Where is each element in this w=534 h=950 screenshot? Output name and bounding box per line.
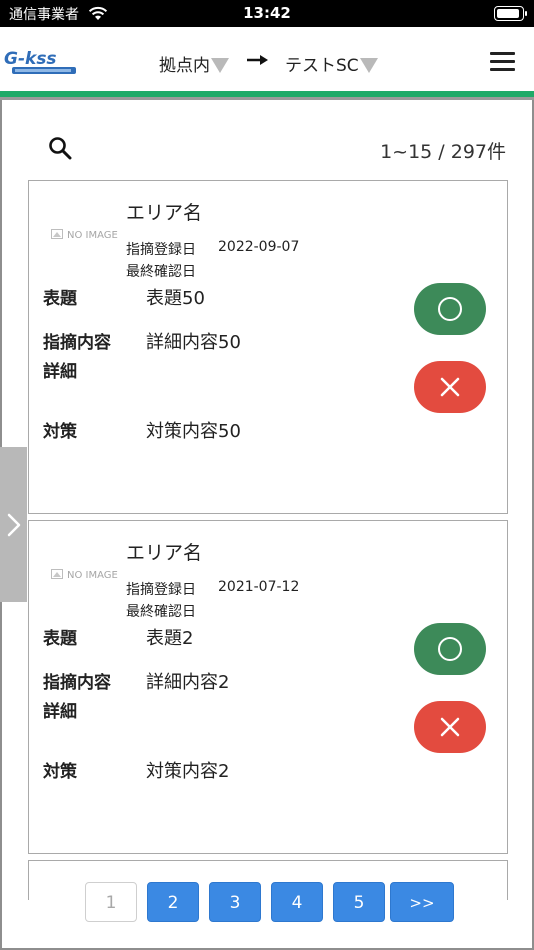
title-label: 表題 [43,289,77,309]
registered-date-label: 指摘登録日 [126,242,196,258]
last-check-date-label: 最終確認日 [126,604,196,620]
image-icon [51,569,63,579]
content-value: 詳細内容2 [146,672,230,693]
cross-icon [440,377,460,397]
title-label: 表題 [43,629,77,649]
content-label: 指摘内容 [43,673,111,693]
chevron-right-icon [7,513,21,537]
detail-label: 詳細 [43,362,77,382]
page-button-3[interactable]: 3 [209,882,261,922]
registered-date-value: 2021-07-12 [218,579,300,595]
page-button-1[interactable]: 1 [85,882,137,922]
cross-icon [440,717,460,737]
issue-card[interactable]: NO IMAGE エリア名 指摘登録日 2022-09-07 最終確認日 表題 … [28,180,508,514]
content-value: 詳細内容50 [146,332,241,353]
dropdown-triangle-icon [211,58,229,73]
page-button-5[interactable]: 5 [333,882,385,922]
battery-level [497,9,519,18]
measure-value: 対策内容50 [146,421,241,442]
measure-label: 対策 [43,422,77,442]
dropdown-triangle-icon [359,58,378,73]
page-button-2[interactable]: 2 [147,882,199,922]
image-icon [51,229,63,239]
detail-label: 詳細 [43,702,77,722]
arrow-right-icon [247,55,268,65]
clock: 13:42 [243,4,291,22]
gkss-logo: G-kss [4,49,76,74]
result-count: 1~15 / 297件 [380,141,506,163]
location-to-label: テストSC [285,56,359,76]
battery-icon [494,6,527,21]
area-name: エリア名 [126,542,203,564]
circle-icon [438,637,462,661]
approve-button[interactable] [414,623,486,675]
registered-date-value: 2022-09-07 [218,239,300,255]
app-header: G-kss 拠点内 テストSC [0,27,534,91]
search-icon[interactable] [48,136,72,160]
reject-button[interactable] [414,701,486,753]
last-check-date-label: 最終確認日 [126,264,196,280]
registered-date-label: 指摘登録日 [126,582,196,598]
measure-value: 対策内容2 [146,761,230,782]
circle-icon [438,297,462,321]
side-drawer-toggle[interactable] [0,447,27,602]
content-label: 指摘内容 [43,333,111,353]
area-name: エリア名 [126,202,203,224]
hamburger-menu-icon[interactable] [490,52,515,72]
measure-label: 対策 [43,762,77,782]
no-image-placeholder: NO IMAGE [51,569,118,581]
main-content: 1~15 / 297件 NO IMAGE エリア名 指摘登録日 2022-09-… [0,100,534,950]
status-bar: 通信事業者 13:42 [0,0,534,27]
page-button-4[interactable]: 4 [271,882,323,922]
reject-button[interactable] [414,361,486,413]
approve-button[interactable] [414,283,486,335]
title-value: 表題50 [146,288,205,309]
title-value: 表題2 [146,628,194,649]
no-image-placeholder: NO IMAGE [51,229,118,241]
location-to-selector[interactable]: テストSC [285,51,378,76]
next-page-button[interactable]: >> [390,882,454,922]
issue-card[interactable]: NO IMAGE エリア名 指摘登録日 2021-07-12 最終確認日 表題 … [28,520,508,854]
svg-text:G-kss: G-kss [4,49,57,69]
location-from-selector[interactable]: 拠点内 [159,51,229,76]
location-from-label: 拠点内 [159,56,210,76]
